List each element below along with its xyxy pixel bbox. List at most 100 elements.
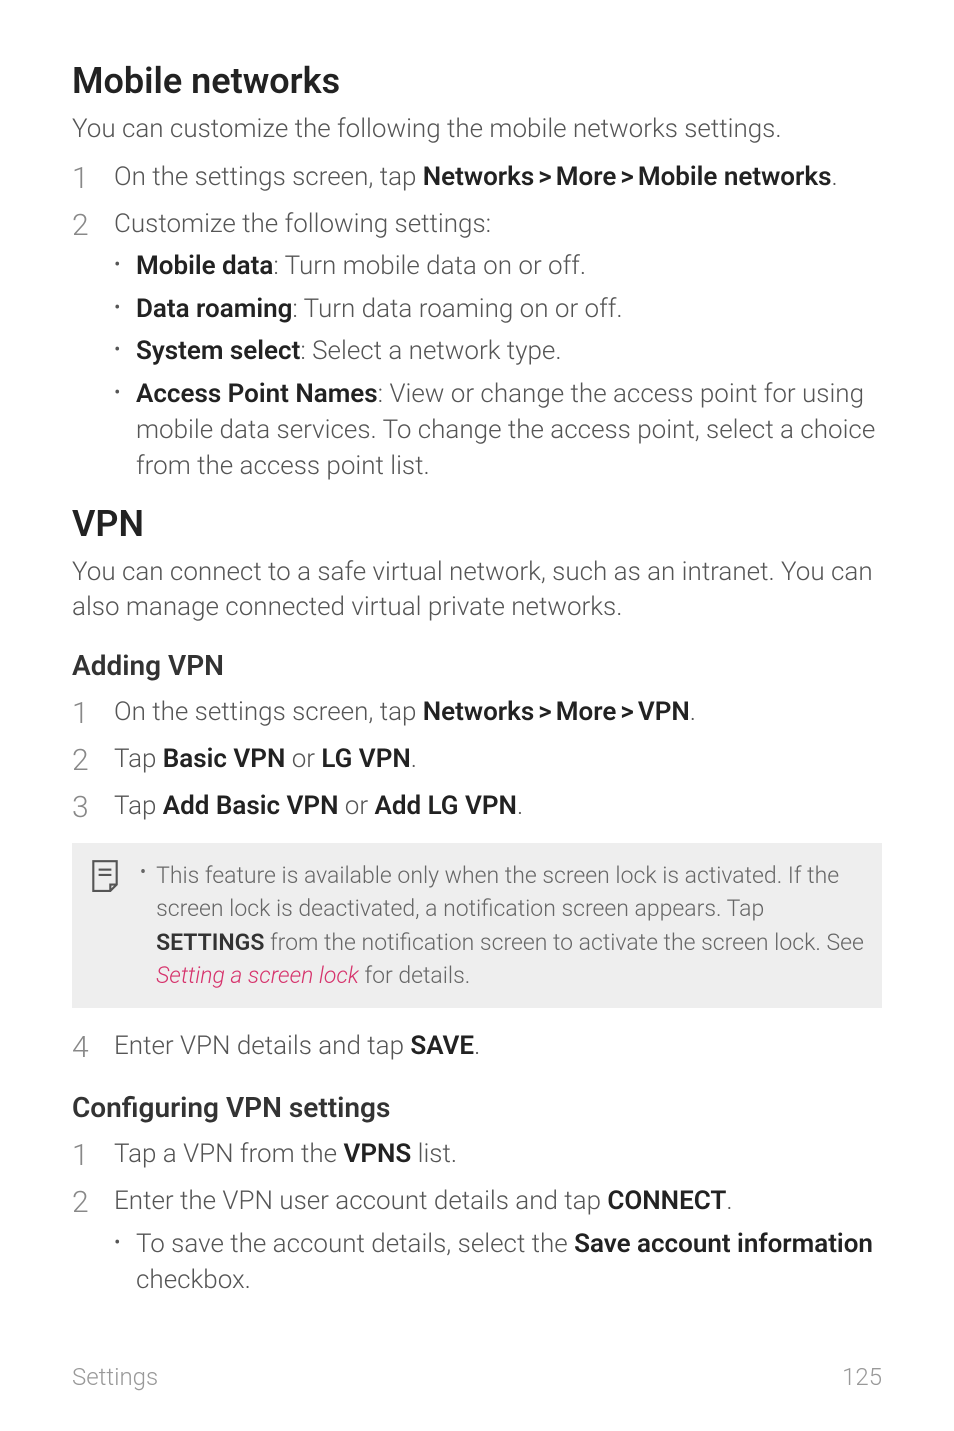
text: Customize the following settings: xyxy=(114,209,491,239)
step-number: 1 xyxy=(72,159,96,198)
lead-vpn: You can connect to a safe virtual networ… xyxy=(72,555,882,625)
bullet-system-select: • System select: Select a network type. xyxy=(114,333,882,369)
heading-mobile-networks: Mobile networks xyxy=(72,60,882,102)
text: or xyxy=(338,791,374,821)
path-networks: Networks xyxy=(423,162,534,192)
label: Data roaming xyxy=(136,294,292,324)
chevron-right-icon: > xyxy=(534,162,555,192)
label: Access Point Names xyxy=(136,379,378,409)
text: This feature is available only when the … xyxy=(156,862,839,922)
step-number: 2 xyxy=(72,206,96,491)
add-lg-vpn: Add LG VPN xyxy=(374,791,516,821)
text: . xyxy=(474,1031,480,1061)
step-1: 1 Tap a VPN from the VPNS list. xyxy=(72,1136,882,1175)
text: . xyxy=(411,744,417,774)
note-item: • This feature is available only when th… xyxy=(140,859,864,992)
save-keyword: SAVE xyxy=(410,1031,474,1061)
bullet-icon: • xyxy=(140,859,146,992)
lg-vpn: LG VPN xyxy=(321,744,410,774)
lead-mobile-networks: You can customize the following the mobi… xyxy=(72,112,882,147)
bullet-body: Access Point Names: View or change the a… xyxy=(136,376,882,485)
bullet-icon: • xyxy=(114,248,124,280)
desc: : Select a network type. xyxy=(300,336,561,366)
bullet-icon: • xyxy=(114,333,124,365)
step-2: 2 Enter the VPN user account details and… xyxy=(72,1183,882,1304)
steps-adding-vpn: 1 On the settings screen, tap Networks>M… xyxy=(72,694,882,827)
footer-page-number: 125 xyxy=(842,1363,882,1391)
step-number: 1 xyxy=(72,1136,96,1175)
step-body: Tap Add Basic VPN or Add LG VPN. xyxy=(114,788,523,827)
text: from the notification screen to activate… xyxy=(264,929,864,956)
basic-vpn: Basic VPN xyxy=(163,744,286,774)
path-more: More xyxy=(556,697,617,727)
step-2: 2 Customize the following settings: • Mo… xyxy=(72,206,882,491)
text: . xyxy=(726,1186,732,1216)
step-4: 4 Enter VPN details and tap SAVE. xyxy=(72,1028,882,1067)
label: System select xyxy=(136,336,300,366)
text: Tap a VPN from the xyxy=(114,1139,343,1169)
text: Tap xyxy=(114,744,163,774)
step-number: 4 xyxy=(72,1028,96,1067)
text: On the settings screen, tap xyxy=(114,162,423,192)
text: Enter the VPN user account details and t… xyxy=(114,1186,607,1216)
step-body: Customize the following settings: • Mobi… xyxy=(114,206,882,491)
text: checkbox. xyxy=(136,1265,251,1295)
document-page: Mobile networks You can customize the fo… xyxy=(0,0,954,1431)
text: Tap xyxy=(114,791,163,821)
bullet-icon: • xyxy=(114,1226,124,1258)
step-3: 3 Tap Add Basic VPN or Add LG VPN. xyxy=(72,788,882,827)
save-account-info-keyword: Save account information xyxy=(574,1229,873,1259)
text: To save the account details, select the xyxy=(136,1229,574,1259)
bullet-data-roaming: • Data roaming: Turn data roaming on or … xyxy=(114,291,882,327)
step-1: 1 On the settings screen, tap Networks>M… xyxy=(72,159,882,198)
path-networks: Networks xyxy=(423,697,534,727)
note-icon xyxy=(90,859,124,897)
path-more: More xyxy=(556,162,617,192)
chevron-right-icon: > xyxy=(616,697,637,727)
step-number: 2 xyxy=(72,741,96,780)
bullet-apn: • Access Point Names: View or change the… xyxy=(114,376,882,485)
bullet-icon: • xyxy=(114,376,124,408)
steps-mobile-networks: 1 On the settings screen, tap Networks>M… xyxy=(72,159,882,491)
bullet-list: • Mobile data: Turn mobile data on or of… xyxy=(114,248,882,484)
text: list. xyxy=(411,1139,457,1169)
step-body: Enter the VPN user account details and t… xyxy=(114,1183,882,1304)
bullet-icon: • xyxy=(114,291,124,323)
bullet-body: Data roaming: Turn data roaming on or of… xyxy=(136,291,623,327)
text: . xyxy=(517,791,523,821)
bullet-body: System select: Select a network type. xyxy=(136,333,562,369)
note-text: This feature is available only when the … xyxy=(156,859,864,992)
bullet-save-account: • To save the account details, select th… xyxy=(114,1226,882,1299)
step-1: 1 On the settings screen, tap Networks>M… xyxy=(72,694,882,733)
step-body: Enter VPN details and tap SAVE. xyxy=(114,1028,480,1067)
text: or xyxy=(285,744,321,774)
text: . xyxy=(690,697,696,727)
chevron-right-icon: > xyxy=(534,697,555,727)
bullet-mobile-data: • Mobile data: Turn mobile data on or of… xyxy=(114,248,882,284)
chevron-right-icon: > xyxy=(616,162,637,192)
subheading-adding-vpn: Adding VPN xyxy=(72,649,882,682)
text: for details. xyxy=(359,962,470,989)
label: Mobile data xyxy=(136,251,273,281)
path-vpn: VPN xyxy=(638,697,690,727)
bullet-list: • To save the account details, select th… xyxy=(114,1226,882,1299)
desc: : Turn mobile data on or off. xyxy=(273,251,586,281)
heading-vpn: VPN xyxy=(72,503,882,545)
step-body: On the settings screen, tap Networks>Mor… xyxy=(114,159,838,198)
page-footer: Settings 125 xyxy=(72,1363,882,1391)
step-2: 2 Tap Basic VPN or LG VPN. xyxy=(72,741,882,780)
text: . xyxy=(831,162,837,192)
bullet-body: To save the account details, select the … xyxy=(136,1226,882,1299)
path-mobile-networks: Mobile networks xyxy=(638,162,832,192)
note-box: • This feature is available only when th… xyxy=(72,843,882,1008)
step-body: On the settings screen, tap Networks>Mor… xyxy=(114,694,696,733)
vpns-keyword: VPNS xyxy=(343,1139,411,1169)
step-body: Tap Basic VPN or LG VPN. xyxy=(114,741,417,780)
note-list: • This feature is available only when th… xyxy=(140,859,864,992)
step-number: 2 xyxy=(72,1183,96,1304)
text: On the settings screen, tap xyxy=(114,697,423,727)
add-basic-vpn: Add Basic VPN xyxy=(163,791,339,821)
step-number: 1 xyxy=(72,694,96,733)
link-setting-screen-lock[interactable]: Setting a screen lock xyxy=(156,962,359,989)
desc: : Turn data roaming on or off. xyxy=(292,294,622,324)
